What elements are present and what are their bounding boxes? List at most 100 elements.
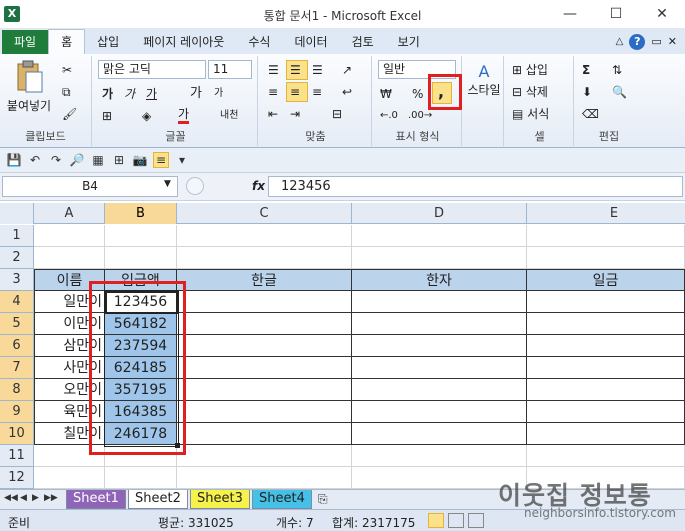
row-header-8[interactable]: 8 — [0, 379, 34, 401]
ilgeum-cell[interactable] — [527, 335, 685, 357]
cut-icon[interactable]: ✂ — [62, 60, 72, 80]
minimize-button[interactable]: — — [547, 0, 593, 29]
styles-button[interactable]: A 스타일 — [466, 62, 502, 98]
page-layout-view-icon[interactable] — [448, 513, 464, 528]
name-box[interactable]: B4 — [2, 176, 178, 197]
tab-review[interactable]: 검토 — [340, 30, 386, 54]
percent-style-button[interactable]: % — [412, 84, 423, 104]
tab-formulas[interactable]: 수식 — [236, 30, 282, 54]
paste-button[interactable]: 붙여넣기 — [4, 60, 54, 114]
fill-color-icon[interactable]: ◈ — [142, 106, 151, 126]
redo-icon[interactable]: ↷ — [48, 153, 64, 167]
align-right-icon[interactable]: ≡ — [312, 82, 322, 102]
hangul-cell[interactable] — [177, 423, 352, 445]
grid-cell[interactable] — [177, 225, 352, 247]
orientation-icon[interactable]: ↗ — [342, 60, 352, 80]
ilgeum-cell[interactable] — [527, 291, 685, 313]
grid-cell[interactable] — [527, 247, 685, 269]
ilgeum-cell[interactable] — [527, 357, 685, 379]
find-select-icon[interactable]: 🔍 — [612, 82, 627, 102]
middle-align-icon[interactable]: ☰ — [290, 60, 301, 80]
maximize-button[interactable]: ☐ — [593, 0, 639, 29]
print-preview-icon[interactable]: 🔎 — [69, 153, 85, 167]
hangul-cell[interactable] — [177, 357, 352, 379]
border-icon[interactable]: ⊞ — [102, 106, 112, 126]
insert-sheet-icon[interactable]: ⎘ — [318, 492, 328, 507]
row-header-9[interactable]: 9 — [0, 401, 34, 423]
grid-cell[interactable] — [177, 247, 352, 269]
row-header-3[interactable]: 3 — [0, 269, 34, 291]
ilgeum-cell[interactable] — [527, 313, 685, 335]
tab-home[interactable]: 홈 — [48, 29, 86, 54]
format-cells-button[interactable]: ▤ 서식 — [512, 104, 549, 124]
column-header-b[interactable]: B — [105, 203, 177, 224]
decrease-indent-icon[interactable]: ⇤ — [268, 104, 278, 124]
prev-sheet-icon[interactable]: ◀ — [20, 493, 27, 503]
row-header-4[interactable]: 4 — [0, 291, 34, 313]
hangul-cell[interactable] — [177, 291, 352, 313]
help-icon[interactable]: ? — [629, 33, 646, 50]
copy-icon[interactable]: ⧉ — [62, 82, 71, 102]
grid-cell[interactable] — [34, 467, 105, 489]
bold-button[interactable]: 가 — [102, 84, 113, 104]
align-center-icon[interactable]: ≡ — [290, 82, 300, 102]
close-button[interactable]: ✕ — [639, 0, 685, 29]
hangul-cell[interactable] — [177, 313, 352, 335]
hanja-cell[interactable] — [352, 313, 527, 335]
window-restore-icon[interactable]: ▭ — [651, 35, 661, 48]
font-color-button[interactable]: 가 — [178, 106, 190, 124]
fill-icon[interactable]: ⬇ — [582, 82, 592, 102]
hanja-cell[interactable] — [352, 291, 527, 313]
row-header-5[interactable]: 5 — [0, 313, 34, 335]
sort-filter-icon[interactable]: ⇅ — [612, 60, 622, 80]
column-header-e[interactable]: E — [527, 203, 685, 224]
increase-decimal-icon[interactable]: ←.0 — [380, 106, 398, 126]
collapse-ribbon-icon[interactable]: △ — [616, 36, 624, 47]
hanja-cell[interactable] — [352, 379, 527, 401]
hanja-cell[interactable] — [352, 335, 527, 357]
insert-cells-button[interactable]: ⊞ 삽입 — [512, 60, 548, 80]
grid-cell[interactable] — [527, 225, 685, 247]
name-box-dropdown-icon[interactable]: ▼ — [164, 179, 171, 189]
font-name-dropdown[interactable]: 맑은 고딕 — [98, 60, 206, 79]
hangul-cell[interactable] — [177, 335, 352, 357]
format-painter-icon[interactable]: 🖌 — [62, 104, 77, 124]
grid-cell[interactable] — [34, 225, 105, 247]
window-close-icon[interactable]: ✕ — [668, 35, 677, 48]
header-hanja-cell[interactable]: 한자 — [352, 269, 527, 291]
next-sheet-icon[interactable]: ▶ — [32, 493, 39, 503]
bottom-align-icon[interactable]: ☰ — [312, 60, 323, 80]
hanja-cell[interactable] — [352, 357, 527, 379]
column-header-d[interactable]: D — [352, 203, 527, 224]
top-align-icon[interactable]: ☰ — [268, 60, 279, 80]
sheet-tab-4[interactable]: Sheet4 — [252, 490, 312, 509]
grid-cell[interactable] — [105, 467, 177, 489]
column-header-c[interactable]: C — [177, 203, 352, 224]
grow-font-button[interactable]: 가 — [190, 84, 202, 104]
font-size-dropdown[interactable]: 11 — [208, 60, 252, 79]
header-ilgeum-cell[interactable]: 일금 — [527, 269, 685, 291]
grid-cell[interactable] — [352, 247, 527, 269]
tab-file[interactable]: 파일 — [2, 30, 49, 54]
undo-icon[interactable]: ↶ — [27, 153, 43, 167]
page-break-view-icon[interactable] — [468, 513, 484, 528]
hangul-cell[interactable] — [177, 379, 352, 401]
grid-cell[interactable] — [34, 247, 105, 269]
row-header-6[interactable]: 6 — [0, 335, 34, 357]
sheet-tab-1[interactable]: Sheet1 — [66, 490, 126, 509]
grid-cell[interactable] — [352, 445, 527, 467]
center-icon[interactable]: ≡ — [153, 152, 169, 168]
clear-icon[interactable]: ⌫ — [582, 104, 599, 124]
borders-icon[interactable]: ⊞ — [111, 153, 127, 167]
form-icon[interactable]: ▦ — [90, 153, 106, 167]
select-all-corner[interactable] — [0, 203, 34, 224]
phonetic-button[interactable]: 내천 — [220, 106, 238, 126]
italic-button[interactable]: 가 — [124, 84, 135, 104]
tab-insert[interactable]: 삽입 — [85, 30, 131, 54]
insert-function-button[interactable]: fx — [252, 179, 265, 193]
currency-format-icon[interactable]: ₩ — [380, 84, 392, 104]
underline-button[interactable]: 가 — [146, 84, 157, 104]
row-header-1[interactable]: 1 — [0, 225, 34, 247]
wrap-text-icon[interactable]: ↩ — [342, 82, 352, 102]
hanja-cell[interactable] — [352, 401, 527, 423]
